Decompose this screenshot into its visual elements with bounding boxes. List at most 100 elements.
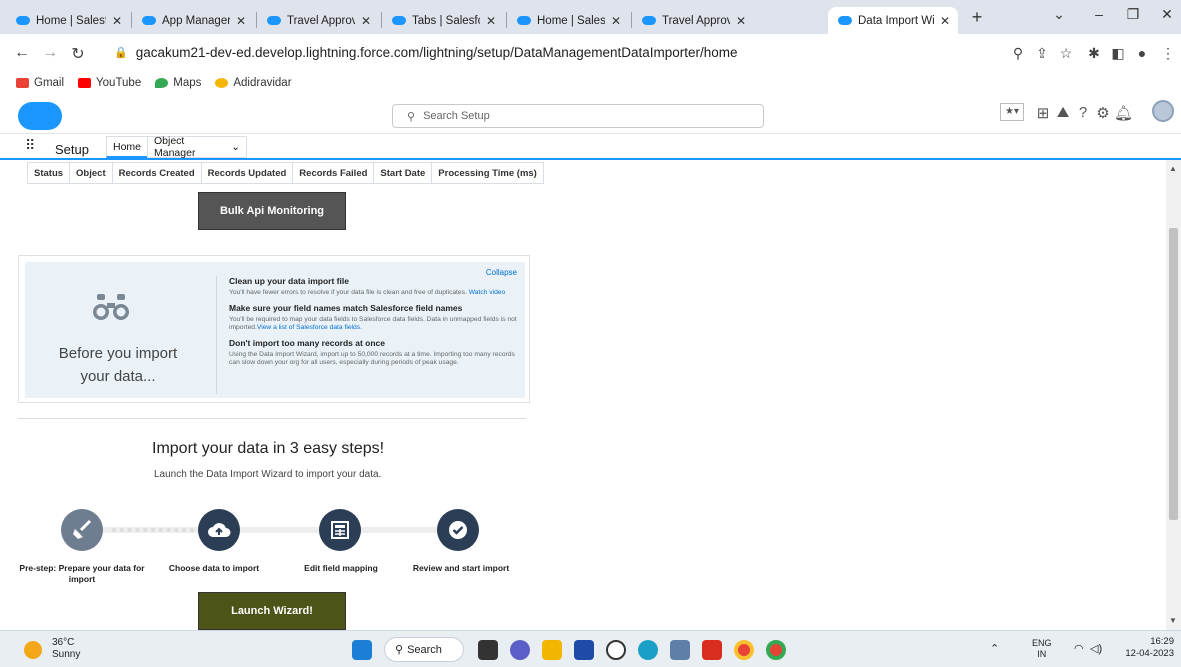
chrome-icon[interactable] (734, 640, 754, 660)
minimize-button[interactable]: – (1084, 6, 1114, 22)
forward-button[interactable]: → (40, 44, 60, 62)
bookmark-adidravidar[interactable]: Adidravidar (215, 77, 292, 89)
watch-video-link[interactable]: Watch video (469, 289, 506, 296)
scrollbar-thumb[interactable] (1169, 228, 1178, 520)
acrobat-icon[interactable] (702, 640, 722, 660)
weather-widget[interactable]: 36°C Sunny (52, 637, 80, 661)
browser-tab[interactable]: Home | Salesforce✕ (6, 7, 130, 34)
browser-tab[interactable]: Travel Approval |✕ (257, 7, 379, 34)
close-icon[interactable]: ✕ (236, 14, 246, 28)
bookmark-star-icon[interactable]: ☆ (1056, 45, 1076, 62)
bookmark-maps[interactable]: Maps (155, 77, 201, 89)
zoom-icon[interactable]: ⚲ (1008, 45, 1028, 62)
step-label: Review and start import (412, 563, 510, 573)
back-button[interactable]: ← (12, 44, 32, 62)
chrome-icon[interactable] (766, 640, 786, 660)
column-header[interactable]: Records Failed (293, 163, 375, 183)
column-header[interactable]: Object (70, 163, 113, 183)
wifi-icon[interactable]: ◠ (1074, 642, 1084, 655)
new-tab-button[interactable]: + (962, 7, 992, 28)
salesforce-logo[interactable] (18, 102, 62, 130)
search-icon: ⚲ (395, 644, 404, 656)
add-icon[interactable]: ⊞ (1034, 104, 1052, 122)
salesforce-cloud-icon (642, 16, 656, 25)
scroll-up-icon[interactable]: ▲ (1169, 164, 1177, 173)
browser-tab[interactable]: Travel Approval |✕ (632, 7, 754, 34)
task-view-icon[interactable] (478, 640, 498, 660)
column-header[interactable]: Status (28, 163, 71, 183)
share-icon[interactable]: ⇪ (1032, 45, 1052, 62)
sidepanel-icon[interactable]: ◧ (1108, 45, 1128, 62)
bookmark-gmail[interactable]: Gmail (16, 77, 64, 89)
bell-icon[interactable]: 🔔︎ (1114, 104, 1133, 122)
salesforce-cloud-icon (142, 16, 156, 25)
chevron-up-icon[interactable]: ⌃ (990, 642, 999, 655)
close-icon[interactable]: ✕ (361, 14, 371, 28)
restore-button[interactable]: ❐ (1118, 6, 1148, 23)
close-icon[interactable]: ✕ (112, 14, 122, 28)
browser-tab[interactable]: Tabs | Salesforce✕ (382, 7, 504, 34)
weather-sun-icon[interactable] (24, 641, 42, 659)
field-list-link[interactable]: View a list of Salesforce data fields. (257, 324, 362, 331)
gear-icon[interactable]: ⚙ (1094, 104, 1112, 122)
trailhead-icon[interactable]: ⛰ (1054, 104, 1072, 121)
salesforce-cloud-icon (267, 16, 281, 25)
close-window-button[interactable]: ✕ (1152, 6, 1181, 23)
salesforce-cloud-icon (392, 16, 406, 25)
before-you-import-heading: Before you import your data... (58, 345, 178, 385)
extensions-icon[interactable]: ✱ (1084, 45, 1104, 62)
scroll-down-icon[interactable]: ▼ (1169, 616, 1177, 625)
tip-text: You'll have fewer errors to resolve if y… (229, 289, 506, 296)
column-header[interactable]: Records Updated (202, 163, 294, 183)
tab-search-chevron-icon[interactable]: ⌄ (1044, 6, 1074, 23)
step-edit-mapping (319, 509, 361, 551)
app-launcher-icon[interactable]: ⠿ (25, 137, 35, 154)
close-icon[interactable]: ✕ (486, 14, 496, 28)
url-bar[interactable]: 🔒 gacakum21-dev-ed.develop.lightning.forc… (104, 38, 984, 66)
step-prestep (61, 509, 103, 551)
column-header[interactable]: Processing Time (ms) (432, 163, 543, 183)
setup-search-input[interactable]: ⚲ Search Setup (392, 104, 764, 128)
step-label: Edit field mapping (304, 563, 378, 573)
bulk-api-monitoring-button[interactable]: Bulk Api Monitoring (198, 192, 346, 230)
chevron-down-icon[interactable]: ⌄ (231, 141, 240, 153)
browser-tab[interactable]: Home | Salesforce✕ (507, 7, 629, 34)
menu-icon[interactable]: ⋮ (1158, 45, 1178, 62)
launch-wizard-button[interactable]: Launch Wizard! (198, 592, 346, 630)
avatar[interactable] (1152, 100, 1174, 122)
photos-icon[interactable] (670, 640, 690, 660)
bookmarks-bar: Gmail YouTube Maps Adidravidar (0, 72, 1181, 94)
language-indicator[interactable]: ENG IN (1032, 638, 1052, 660)
close-icon[interactable]: ✕ (611, 14, 621, 28)
close-icon[interactable]: ✕ (736, 14, 746, 28)
binoculars-icon (93, 294, 129, 320)
app-title: Setup (55, 142, 89, 157)
reload-button[interactable]: ↻ (68, 44, 88, 64)
edge-icon[interactable] (638, 640, 658, 660)
tab-object-manager[interactable]: Object Manager ⌄ (147, 135, 247, 159)
salesforce-cloud-icon (16, 16, 30, 25)
broom-icon (73, 519, 92, 539)
page-scrollbar[interactable]: ▲ ▼ (1166, 160, 1181, 630)
browser-tab[interactable]: App Manager | Sa✕ (132, 7, 254, 34)
tab-home[interactable]: Home (106, 136, 149, 158)
bookmark-youtube[interactable]: YouTube (78, 77, 141, 89)
windows-taskbar: 36°C Sunny ⚲ Search ⌃ ENG IN ◠ ◁) 16:29 12-0… (0, 630, 1181, 667)
favorites-star-icon[interactable]: ★▾ (1000, 103, 1024, 121)
windows-start-icon[interactable] (352, 640, 372, 660)
help-icon[interactable]: ? (1074, 104, 1092, 121)
clock[interactable]: 16:29 12-04-2023 (1118, 636, 1174, 660)
before-import-panel: Collapse Before you import your data... … (18, 255, 530, 403)
column-header[interactable]: Records Created (113, 163, 202, 183)
check-icon (449, 521, 467, 539)
browser-tab-active[interactable]: Data Import Wiza✕ (828, 7, 958, 34)
file-explorer-icon[interactable] (542, 640, 562, 660)
store-icon[interactable] (574, 640, 594, 660)
close-icon[interactable]: ✕ (940, 14, 950, 28)
taskbar-search[interactable]: ⚲ Search (384, 637, 464, 662)
teams-chat-icon[interactable] (510, 640, 530, 660)
profile-icon[interactable]: ● (1132, 45, 1152, 61)
column-header[interactable]: Start Date (374, 163, 433, 183)
volume-icon[interactable]: ◁) (1090, 642, 1102, 655)
dell-icon[interactable] (606, 640, 626, 660)
